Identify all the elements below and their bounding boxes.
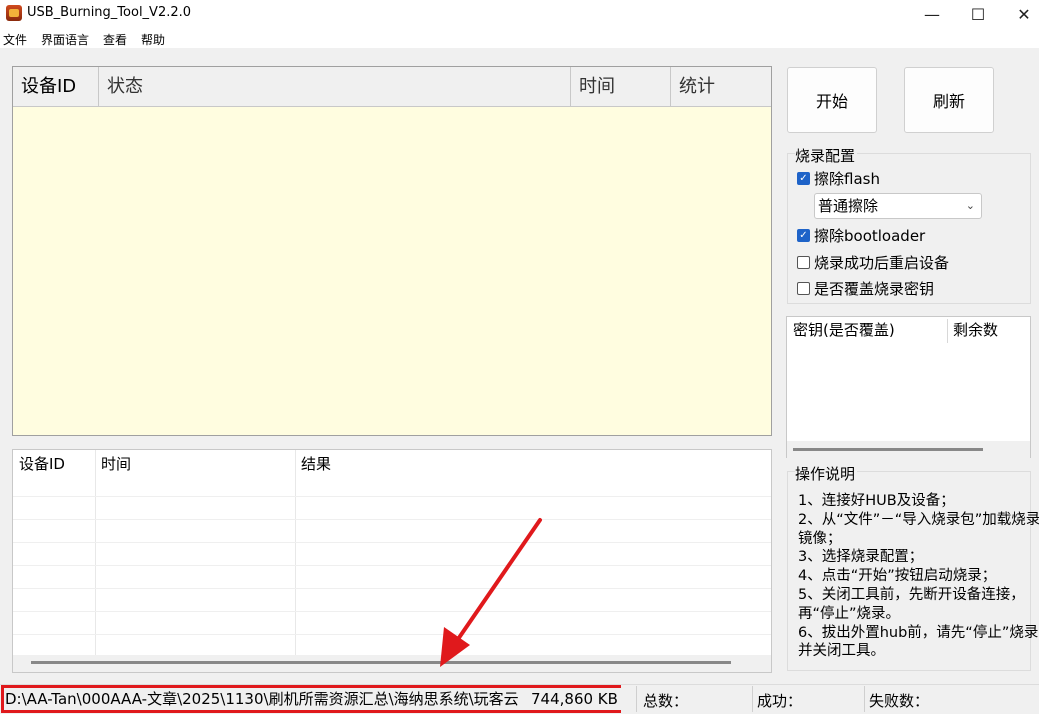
app-icon [6,5,22,21]
column-divider [295,450,296,655]
status-separator [636,686,637,712]
instructions-group: 1、连接好HUB及设备； 2、从“文件”－“导入烧录包”加载烧录镜像； 3、选择… [787,471,1039,671]
reboot-after-option[interactable]: 烧录成功后重启设备 [797,252,949,273]
close-button[interactable]: ✕ [1001,0,1039,28]
row-divider [13,634,771,635]
erase-mode-value: 普通擦除 [818,197,879,215]
row-divider [13,519,771,520]
row-divider [13,588,771,589]
column-device-id[interactable]: 设备ID [13,67,99,107]
overwrite-key-label: 是否覆盖烧录密钥 [814,280,935,298]
maximize-button[interactable]: ☐ [955,0,1001,28]
erase-mode-select[interactable]: 普通擦除 ⌄ [814,193,982,219]
success-count-label: 成功： [757,692,803,710]
log-table[interactable]: 设备ID 时间 结果 [12,449,772,673]
log-column-result[interactable]: 结果 [295,450,331,478]
package-path: D:\AA-Tan\000AAA-文章\2025\1130\刷机所需资源汇总\海… [5,690,519,708]
column-divider [947,319,948,343]
reboot-after-label: 烧录成功后重启设备 [814,254,950,272]
erase-flash-label: 擦除flash [814,170,880,188]
row-divider [13,611,771,612]
erase-bootloader-checkbox[interactable]: ✓ [797,229,810,242]
device-table[interactable]: 设备ID 状态 时间 统计 [12,66,772,436]
horizontal-scrollbar[interactable] [787,441,1030,458]
key-table[interactable]: 密钥(是否覆盖) 剩余数 [786,316,1031,458]
erase-flash-checkbox[interactable]: ✓ [797,172,810,185]
annotation-arrow-icon [440,518,542,667]
package-size: 744,860 KB [527,688,622,710]
log-column-device-id[interactable]: 设备ID [13,450,65,478]
menu-view[interactable]: 查看 [103,31,127,48]
erase-flash-option[interactable]: ✓ 擦除flash [797,168,880,189]
scrollbar-thumb[interactable] [31,661,731,664]
erase-bootloader-option[interactable]: ✓ 擦除bootloader [797,225,925,246]
menu-file[interactable]: 文件 [3,31,27,48]
status-separator [864,686,865,712]
menu-help[interactable]: 帮助 [141,31,165,48]
row-divider [13,542,771,543]
chevron-down-icon: ⌄ [965,199,975,212]
column-divider [95,450,96,655]
key-column-key[interactable]: 密钥(是否覆盖) [793,319,895,340]
scrollbar-thumb[interactable] [793,448,983,451]
column-stats[interactable]: 统计 [671,67,771,107]
menu-language[interactable]: 界面语言 [41,31,89,48]
window-title: USB_Burning_Tool_V2.2.0 [27,5,192,20]
log-column-time[interactable]: 时间 [95,450,131,478]
start-button[interactable]: 开始 [787,67,877,133]
instructions-text: 1、连接好HUB及设备； 2、从“文件”－“导入烧录包”加载烧录镜像； 3、选择… [798,493,1039,660]
status-separator [752,686,753,712]
column-time[interactable]: 时间 [571,67,671,107]
burn-config-title: 烧录配置 [795,145,858,166]
refresh-button[interactable]: 刷新 [904,67,994,133]
column-status[interactable]: 状态 [99,67,571,107]
fail-count-label: 失败数： [869,692,930,710]
reboot-after-checkbox[interactable] [797,256,810,269]
device-table-header: 设备ID 状态 时间 统计 [13,67,771,107]
row-divider [13,565,771,566]
erase-bootloader-label: 擦除bootloader [814,227,926,245]
key-column-remaining[interactable]: 剩余数 [953,319,998,340]
row-divider [13,496,771,497]
instructions-title: 操作说明 [795,463,858,484]
overwrite-key-checkbox[interactable] [797,282,810,295]
total-count-label: 总数： [643,692,689,710]
overwrite-key-option[interactable]: 是否覆盖烧录密钥 [797,278,934,299]
minimize-button[interactable]: — [909,0,955,28]
